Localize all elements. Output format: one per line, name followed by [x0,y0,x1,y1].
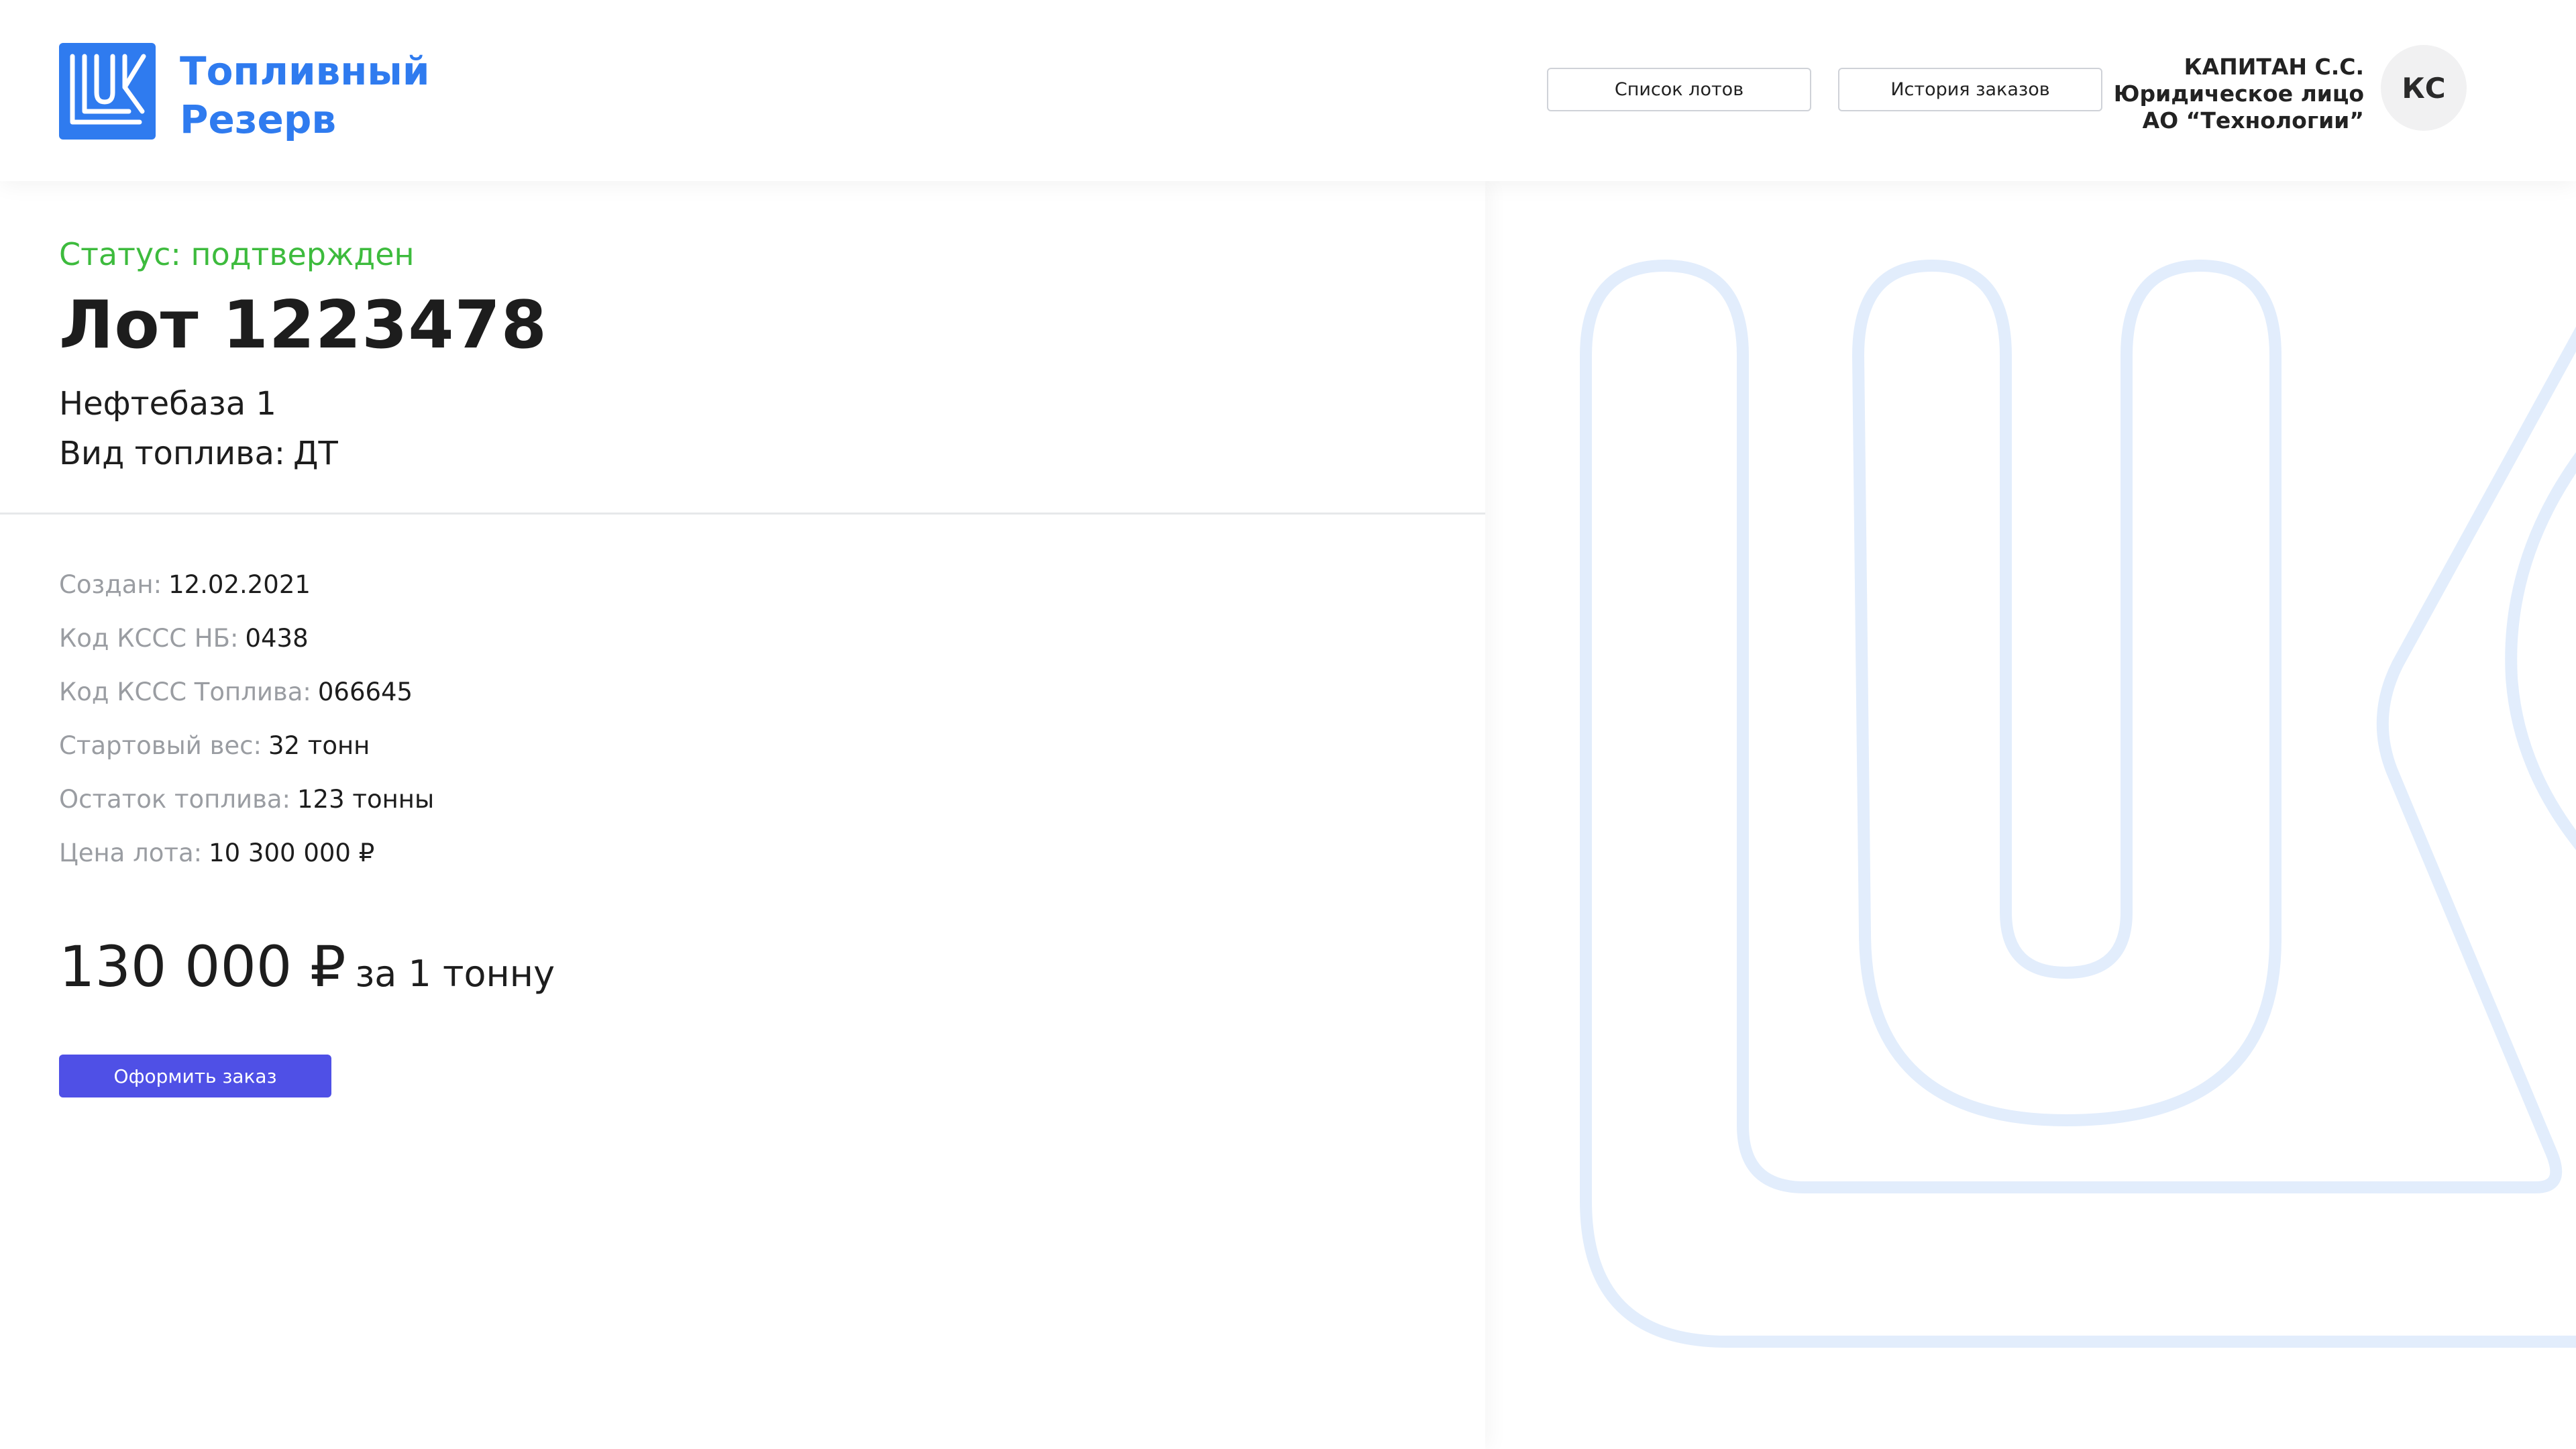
depot-name: Нефтебаза 1 [59,385,276,423]
price-value: 130 000 ₽ [59,934,346,1000]
lot-details-panel: Статус: подтвержден Лот 1223478 Нефтебаз… [0,181,1485,1449]
place-order-button[interactable]: Оформить заказ [59,1055,331,1097]
detail-fuel-code: Код КССС Топлива: 066645 [59,665,434,719]
lot-status: Статус: подтвержден [59,236,415,272]
detail-fuel-remaining: Остаток топлива: 123 тонны [59,773,434,826]
page-title: Лот 1223478 [59,287,547,364]
detail-lot-price: Цена лота: 10 300 000 ₽ [59,826,434,880]
detail-key: Цена лота: [59,839,203,867]
brand-line-2: Резерв [180,97,337,142]
detail-value: 32 тонн [268,731,370,760]
brand-line-1: Топливный [180,48,430,94]
user-company: АО “Технологии” [2142,107,2364,133]
detail-key: Код КССС НБ: [59,624,239,653]
lukoil-outline-watermark [1580,260,2576,1348]
detail-value: 123 тонны [297,785,435,814]
order-history-button[interactable]: История заказов [1838,68,2102,111]
fuel-type: Вид топлива: ДТ [59,435,338,472]
detail-key: Остаток топлива: [59,785,291,814]
fuel-type-value: ДТ [293,435,338,472]
lukoil-logo-icon[interactable] [59,43,156,140]
avatar[interactable]: КС [2381,45,2467,131]
price-per-ton: 130 000 ₽ за 1 тонну [59,934,555,1000]
detail-key: Код КССС Топлива: [59,678,311,706]
user-name: КАПИТАН С.С. [2184,54,2364,80]
brand-name: Топливный Резерв [180,47,429,144]
lots-list-button[interactable]: Список лотов [1547,68,1811,111]
price-unit: за 1 тонну [355,953,555,995]
app-header: Топливный Резерв Список лотов История за… [0,0,2576,181]
divider [0,513,1485,515]
user-type: Юридическое лицо [2113,80,2364,107]
detail-value: 10 300 000 ₽ [209,839,375,867]
detail-value: 066645 [317,678,413,706]
detail-depot-code: Код КССС НБ: 0438 [59,612,434,665]
fuel-type-label: Вид топлива: [59,435,286,472]
detail-value: 0438 [245,624,309,653]
user-info[interactable]: КАПИТАН С.С. Юридическое лицо АО “Технол… [2114,54,2364,134]
detail-key: Создан: [59,570,162,599]
detail-created: Создан: 12.02.2021 [59,558,434,612]
detail-value: 12.02.2021 [168,570,311,599]
lot-details-list: Создан: 12.02.2021 Код КССС НБ: 0438 Код К… [59,558,434,880]
detail-key: Стартовый вес: [59,731,262,760]
detail-start-weight: Стартовый вес: 32 тонн [59,719,434,773]
